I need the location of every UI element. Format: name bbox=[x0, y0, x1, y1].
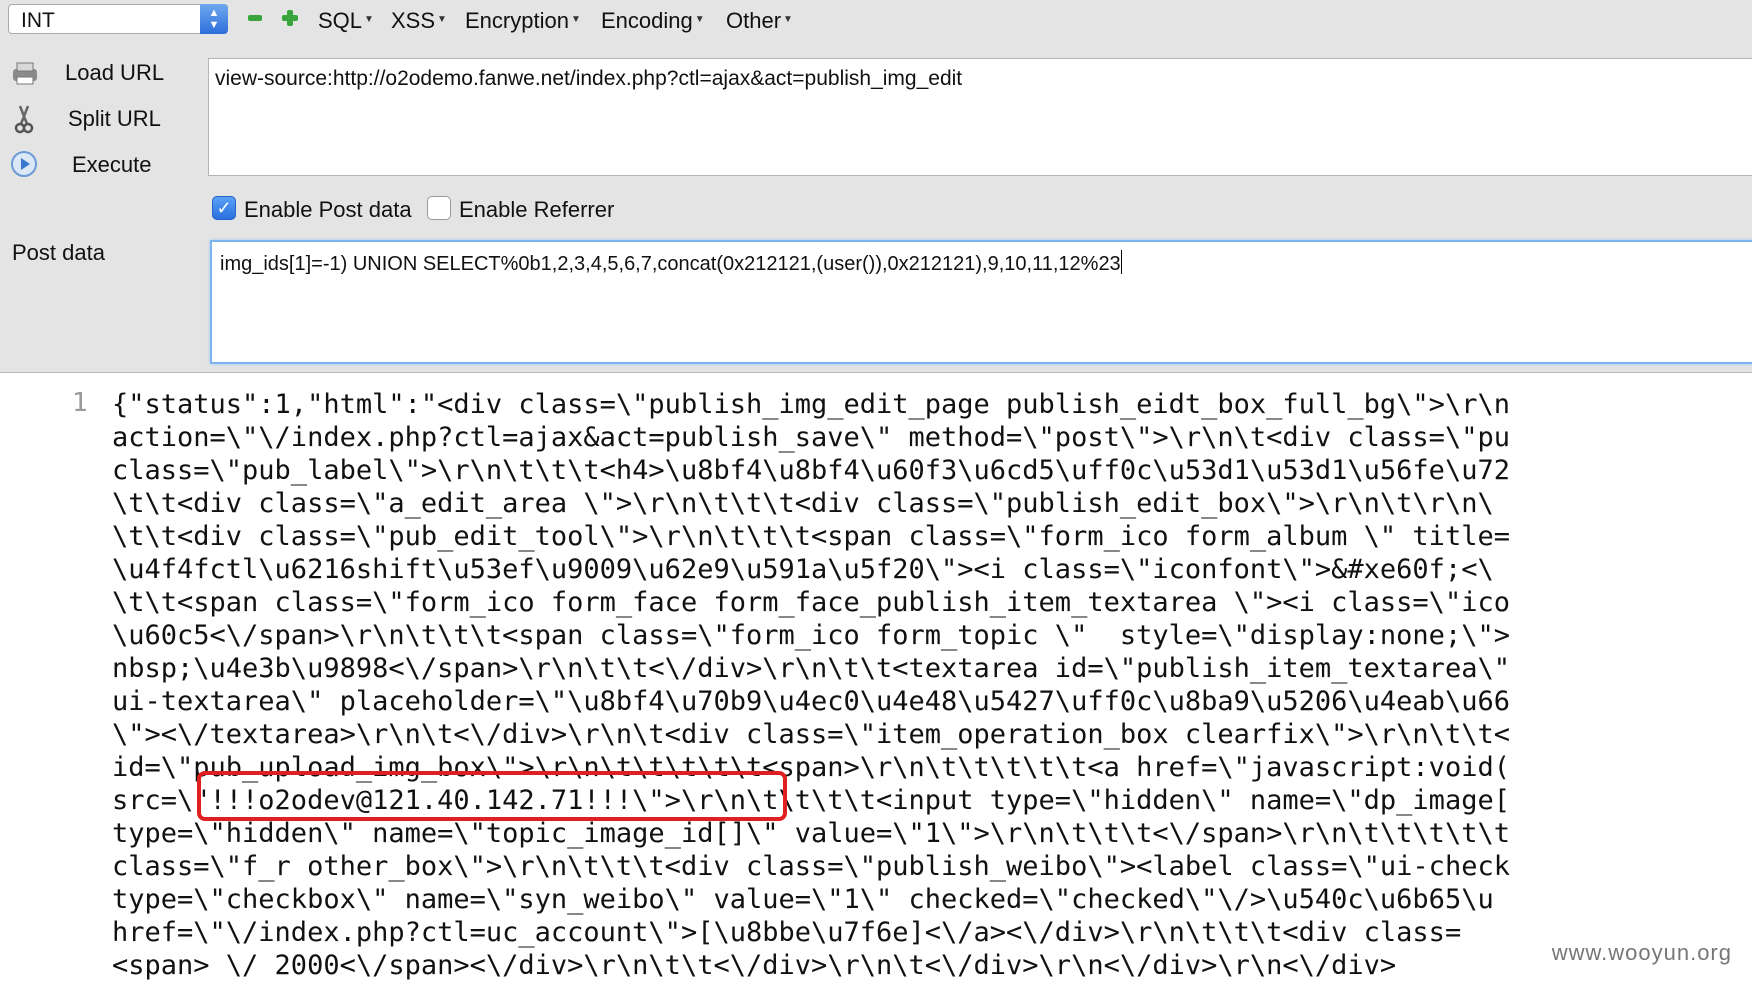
menu-encoding[interactable]: Encoding ▼ bbox=[601, 8, 705, 34]
view-source-panel: 1 {"status":1,"html":"<div class=\"publi… bbox=[0, 384, 1752, 984]
post-data-value: img_ids[1]=-1) UNION SELECT%0b1,2,3,4,5,… bbox=[220, 250, 1122, 276]
code-line: \u60c5<\/span>\r\n\t\t\t<span class=\"fo… bbox=[112, 620, 1510, 651]
code-line: \"><\/textarea>\r\n\t<\/div>\r\n\t<div c… bbox=[112, 719, 1510, 750]
code-line: href=\"\/index.php?ctl=uc_account\">[\u8… bbox=[112, 917, 1462, 948]
watermark: www.wooyun.org bbox=[1551, 940, 1732, 965]
enable-referrer-checkbox[interactable] bbox=[427, 196, 451, 220]
menu-other[interactable]: Other ▼ bbox=[726, 8, 793, 34]
code-line: ui-textarea\" placeholder=\"\u8bf4\u70b9… bbox=[112, 686, 1510, 717]
url-input[interactable]: view-source:http://o2odemo.fanwe.net/ind… bbox=[208, 58, 1752, 176]
menu-encryption[interactable]: Encryption ▼ bbox=[465, 8, 581, 34]
menu-sql[interactable]: SQL ▼ bbox=[318, 8, 374, 34]
code-line: {"status":1,"html":"<div class=\"publish… bbox=[112, 389, 1510, 420]
plus-icon[interactable] bbox=[280, 8, 300, 28]
code-line: action=\"\/index.php?ctl=ajax&act=publis… bbox=[112, 422, 1510, 453]
code-line: \t\t<div class=\"pub_edit_tool\">\r\n\t\… bbox=[112, 521, 1510, 552]
execute-button[interactable]: Execute bbox=[0, 144, 200, 184]
line-number: 1 bbox=[72, 388, 88, 418]
play-icon bbox=[11, 151, 37, 177]
scissors-icon bbox=[14, 105, 34, 134]
post-data-label: Post data bbox=[12, 240, 105, 265]
split-url-button[interactable]: Split URL bbox=[0, 98, 200, 138]
toolbar: INT ▲ ▼ SQL ▼ XSS ▼ Encryption ▼ Encoding ▼ O… bbox=[0, 0, 1752, 42]
hackbar-panel: INT ▲ ▼ SQL ▼ XSS ▼ Encryption ▼ Encoding ▼ O… bbox=[0, 0, 1752, 373]
url-input-value: view-source:http://o2odemo.fanwe.net/ind… bbox=[215, 67, 963, 90]
code-line: \t\t<div class=\"a_edit_area \">\r\n\t\t… bbox=[112, 488, 1494, 519]
caret-down-icon: ▼ bbox=[783, 14, 793, 25]
caret-down-icon: ▼ bbox=[694, 14, 705, 25]
menu-xss[interactable]: XSS ▼ bbox=[391, 8, 447, 34]
code-line: class=\"f_r other_box\">\r\n\t\t\t<div c… bbox=[112, 851, 1510, 882]
code-line: <span> \/ 2000<\/span><\/div>\r\n\t\t<\/… bbox=[112, 950, 1397, 981]
text-cursor bbox=[1120, 250, 1122, 274]
code-line: class=\"pub_label\">\r\n\t\t\t<h4>\u8bf4… bbox=[112, 455, 1510, 486]
select-arrows-icon[interactable]: ▲ ▼ bbox=[200, 4, 228, 34]
enable-post-data-label[interactable]: Enable Post data bbox=[244, 197, 412, 223]
code-line: \t\t<span class=\"form_ico form_face for… bbox=[112, 587, 1510, 618]
code-line: type=\"hidden\" name=\"topic_image_id[]\… bbox=[112, 818, 1510, 849]
code-line: nbsp;\u4e3b\u9898<\/span>\r\n\t\t<\/div>… bbox=[112, 653, 1510, 684]
highlight-box bbox=[197, 771, 787, 821]
type-select[interactable]: INT ▲ ▼ bbox=[8, 4, 228, 34]
type-select-value: INT bbox=[21, 9, 55, 32]
code-line: \u4f4fctl\u6216shift\u53ef\u9009\u62e9\u… bbox=[112, 554, 1494, 585]
load-url-button[interactable]: Load URL bbox=[0, 52, 200, 92]
enable-post-data-checkbox[interactable]: ✓ bbox=[212, 196, 236, 220]
caret-down-icon: ▼ bbox=[437, 14, 447, 25]
minus-icon[interactable] bbox=[245, 8, 265, 28]
printer-icon bbox=[13, 62, 37, 85]
caret-down-icon: ▼ bbox=[364, 14, 374, 25]
enable-referrer-label[interactable]: Enable Referrer bbox=[459, 197, 614, 223]
code-line: type=\"checkbox\" name=\"syn_weibo\" val… bbox=[112, 884, 1494, 915]
post-data-input[interactable]: img_ids[1]=-1) UNION SELECT%0b1,2,3,4,5,… bbox=[210, 240, 1752, 364]
caret-down-icon: ▼ bbox=[570, 14, 581, 25]
